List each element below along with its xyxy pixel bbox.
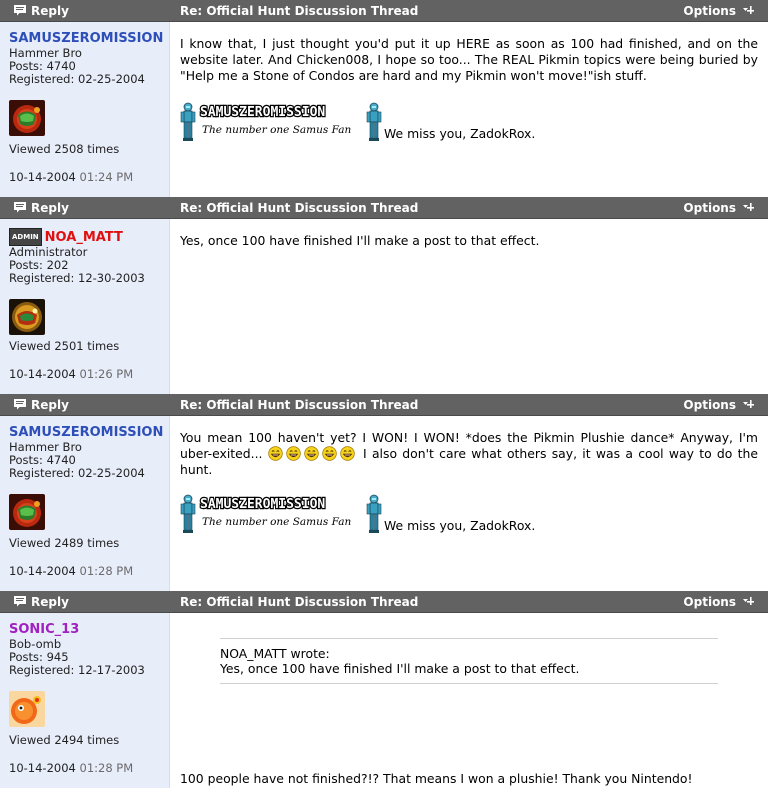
post-date: 10-14-2004 [9,564,76,578]
options-label: Options [683,594,736,609]
reply-button[interactable]: Reply [0,4,170,18]
post-header-bar: Reply Re: Official Hunt Discussion Threa… [0,0,768,22]
reply-icon [14,5,26,16]
reply-button[interactable]: Reply [0,398,170,412]
post-2: Reply Re: Official Hunt Discussion Threa… [0,197,768,394]
post-time: 01:26 PM [79,367,134,381]
avatar[interactable] [9,494,45,530]
options-button[interactable]: Options [683,201,768,215]
signature-tagline: The number one Samus Fan [202,124,351,136]
options-icon [742,6,754,16]
laughing-smiley-icon [286,446,301,461]
user-info: SAMUSZEROMISSION Hammer Bro Posts: 4740 … [0,22,170,197]
user-registered: Registered: 02-25-2004 [9,72,145,86]
view-count: Viewed 2501 times [9,339,120,353]
quote-author: NOA_MATT wrote: [220,646,330,661]
admin-badge: ADMIN [9,228,42,246]
username-link[interactable]: SAMUSZEROMISSION [9,425,163,441]
post-3: Reply Re: Official Hunt Discussion Threa… [0,394,768,591]
reply-button[interactable]: Reply [0,595,170,609]
post-date: 10-14-2004 [9,761,76,775]
avatar[interactable] [9,691,45,727]
signature-text: We miss you, ZadokRox. [384,126,536,141]
post-timestamp: 10-14-2004 01:28 PM [9,564,133,578]
post-4: Reply Re: Official Hunt Discussion Threa… [0,591,768,788]
options-button[interactable]: Options [683,4,768,18]
avatar[interactable] [9,100,45,136]
post-date: 10-14-2004 [9,367,76,381]
signature-banner-image: SAMUSZEROMISSION The number one Samus Fa… [180,102,382,142]
laughing-smiley-icon [340,446,355,461]
view-count: Viewed 2508 times [9,142,120,156]
message-body: You mean 100 haven't yet? I WON! I WON! … [170,416,768,591]
message-text: 100 people have not finished?!? That mea… [180,771,693,786]
post-title: Re: Official Hunt Discussion Thread [180,200,419,215]
post-time: 01:28 PM [79,564,134,578]
quote-text: Yes, once 100 have finished I'll make a … [220,661,580,676]
view-count: Viewed 2494 times [9,733,120,747]
reply-label: Reply [31,397,69,412]
message-text: I know that, I just thought you'd put it… [180,36,758,83]
username-text: NOA_MATT [44,230,123,245]
options-icon [742,203,754,213]
reply-label: Reply [31,3,69,18]
post-date: 10-14-2004 [9,170,76,184]
signature-banner-text: SAMUSZEROMISSION [200,497,325,512]
signature-text: We miss you, ZadokRox. [384,518,536,533]
quote-divider [220,683,718,684]
signature: SAMUSZEROMISSION The number one Samus Fa… [180,100,758,144]
reply-icon [14,399,26,410]
signature-tagline: The number one Samus Fan [202,516,351,528]
signature-banner-text: SAMUSZEROMISSION [200,105,325,120]
post-1: Reply Re: Official Hunt Discussion Threa… [0,0,768,197]
message-text: You mean 100 haven't yet? I WON! I WON! … [180,430,758,478]
reply-label: Reply [31,200,69,215]
quote-block: NOA_MATT wrote: Yes, once 100 have finis… [220,638,718,684]
options-icon [742,400,754,410]
username-link[interactable]: ADMIN NOA_MATT [9,228,161,246]
reply-icon [14,202,26,213]
options-label: Options [683,3,736,18]
post-title: Re: Official Hunt Discussion Thread [180,3,419,18]
reply-label: Reply [31,594,69,609]
user-info: SAMUSZEROMISSION Hammer Bro Posts: 4740 … [0,416,170,591]
options-button[interactable]: Options [683,398,768,412]
message-text-part2: I also don't care what others say, it wa… [180,446,758,477]
post-header-bar: Reply Re: Official Hunt Discussion Threa… [0,197,768,219]
laughing-smiley-icon [304,446,319,461]
post-time: 01:28 PM [79,761,134,775]
options-button[interactable]: Options [683,595,768,609]
username-link[interactable]: SAMUSZEROMISSION [9,31,163,47]
reply-icon [14,596,26,607]
signature-banner-image: SAMUSZEROMISSION The number one Samus Fa… [180,494,382,534]
avatar[interactable] [9,299,45,335]
user-registered: Registered: 12-30-2003 [9,271,145,285]
post-timestamp: 10-14-2004 01:24 PM [9,170,133,184]
reply-button[interactable]: Reply [0,201,170,215]
post-header-bar: Reply Re: Official Hunt Discussion Threa… [0,591,768,613]
message-text: Yes, once 100 have finished I'll make a … [180,233,540,248]
user-info: ADMIN NOA_MATT Administrator Posts: 202 R… [0,219,170,394]
post-time: 01:24 PM [79,170,134,184]
signature: SAMUSZEROMISSION The number one Samus Fa… [180,492,758,536]
laughing-smiley-icon [322,446,337,461]
message-body: Yes, once 100 have finished I'll make a … [170,219,768,394]
options-label: Options [683,200,736,215]
view-count: Viewed 2489 times [9,536,120,550]
post-timestamp: 10-14-2004 01:28 PM [9,761,133,775]
user-registered: Registered: 02-25-2004 [9,466,145,480]
post-timestamp: 10-14-2004 01:26 PM [9,367,133,381]
username-link[interactable]: SONIC_13 [9,622,161,638]
laughing-smiley-icon [268,446,283,461]
post-header-bar: Reply Re: Official Hunt Discussion Threa… [0,394,768,416]
options-label: Options [683,397,736,412]
post-title: Re: Official Hunt Discussion Thread [180,397,419,412]
user-registered: Registered: 12-17-2003 [9,663,145,677]
user-info: SONIC_13 Bob-omb Posts: 945 Registered: … [0,613,170,788]
message-body: I know that, I just thought you'd put it… [170,22,768,197]
message-body: NOA_MATT wrote: Yes, once 100 have finis… [170,613,768,788]
post-title: Re: Official Hunt Discussion Thread [180,594,419,609]
options-icon [742,597,754,607]
